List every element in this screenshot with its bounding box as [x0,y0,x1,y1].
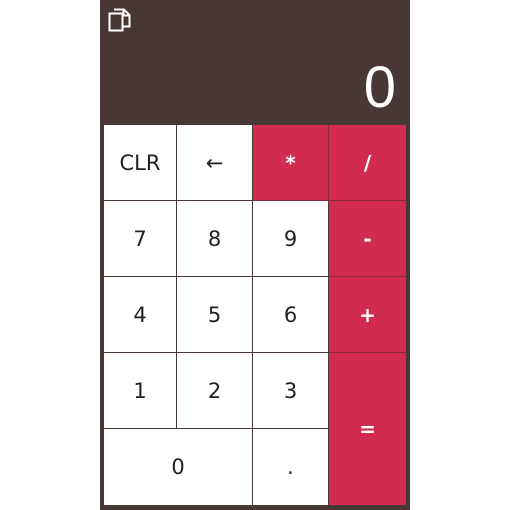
digit-1-button[interactable]: 1 [104,353,177,429]
add-button[interactable]: + [329,277,406,353]
multiply-button[interactable]: * [253,125,329,201]
subtract-button[interactable]: - [329,201,406,277]
result-display: 0 [363,55,396,120]
digit-6-button[interactable]: 6 [253,277,329,353]
digit-3-button[interactable]: 3 [253,353,329,429]
keypad: CLR ← * / 7 8 9 - 4 5 6 + 1 2 3 = 0 . [104,125,406,505]
decimal-button[interactable]: . [253,429,329,505]
backspace-button[interactable]: ← [177,125,253,201]
divide-button[interactable]: / [329,125,406,201]
digit-7-button[interactable]: 7 [104,201,177,277]
digit-2-button[interactable]: 2 [177,353,253,429]
digit-4-button[interactable]: 4 [104,277,177,353]
equals-button[interactable]: = [329,353,406,505]
clear-button[interactable]: CLR [104,125,177,201]
digit-9-button[interactable]: 9 [253,201,329,277]
digit-5-button[interactable]: 5 [177,277,253,353]
digit-8-button[interactable]: 8 [177,201,253,277]
calculator: 0 CLR ← * / 7 8 9 - 4 5 6 + 1 2 3 = 0 . [100,0,410,510]
digit-0-button[interactable]: 0 [104,429,253,505]
copy-icon[interactable] [108,8,132,34]
